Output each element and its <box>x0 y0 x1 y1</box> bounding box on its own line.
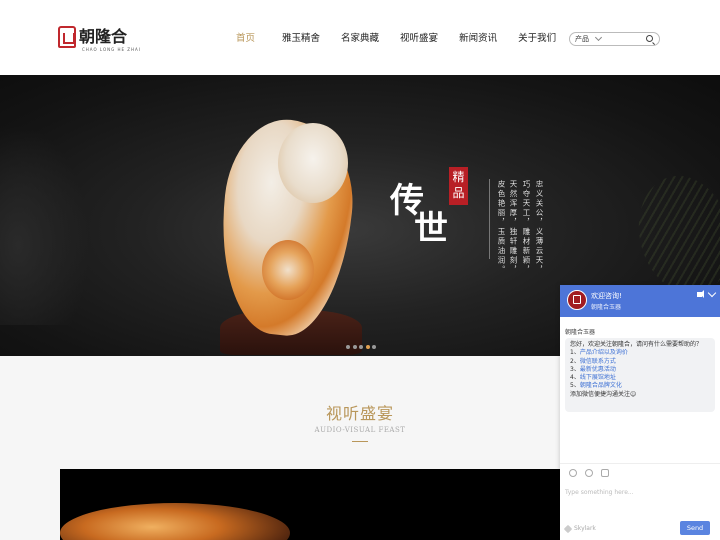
poem-line-1: 忠义关公，义薄云天， <box>535 180 544 275</box>
chat-widget: 欢迎咨询! 朝隆合玉器 朝隆合玉器 您好，欢迎关注朝隆合，请问有什么需要帮助的？… <box>560 285 720 540</box>
option-link[interactable]: 最新优惠活动 <box>580 366 616 373</box>
slide-dot-active[interactable] <box>365 345 370 349</box>
skylark-icon <box>563 524 573 533</box>
leaf-decoration <box>626 165 720 305</box>
option-number: 1、 <box>570 349 580 357</box>
nav-item-jade[interactable]: 雅玉精舍 <box>282 30 320 44</box>
nav-item-about[interactable]: 关于我们 <box>518 30 556 44</box>
send-button[interactable]: Send <box>680 521 710 535</box>
chat-input[interactable]: Type something here... <box>565 489 634 496</box>
option-link[interactable]: 朝隆合品牌文化 <box>580 382 622 389</box>
slide-dot[interactable] <box>352 345 357 349</box>
nav-item-news[interactable]: 新闻资讯 <box>459 30 497 44</box>
option-link[interactable]: 微信联系方式 <box>580 358 616 365</box>
jade-carving-top <box>278 123 348 203</box>
main-nav: 首页 雅玉精舍 名家典藏 视听盛宴 新闻资讯 关于我们 <box>236 30 577 44</box>
search-icon[interactable] <box>646 35 653 42</box>
banner-char-2: 世 <box>414 209 448 249</box>
option-number: 5、 <box>570 382 580 390</box>
divider <box>489 179 490 259</box>
nav-item-home[interactable]: 首页 <box>236 30 255 44</box>
chat-option[interactable]: 2、微信联系方式 <box>570 358 710 366</box>
option-link[interactable]: 产品介绍以及询价 <box>580 349 628 356</box>
powered-by: Skylark <box>563 524 596 533</box>
video-thumbnail <box>60 503 290 540</box>
search-category-label: 产品 <box>575 35 589 43</box>
chat-message: 您好，欢迎关注朝隆合，请问有什么需要帮助的？ 1、产品介绍以及询价 2、微信联系… <box>565 338 715 412</box>
jade-carving-detail <box>262 240 314 300</box>
seal-stamp: 精品 <box>449 167 468 205</box>
nav-item-collection[interactable]: 名家典藏 <box>341 30 379 44</box>
poem-line-4: 皮色艳丽，玉质油润。 <box>497 180 506 275</box>
avatar <box>567 290 587 310</box>
poem-line-3: 天然浑厚，独轩雕刻， <box>509 180 518 275</box>
image-icon[interactable] <box>601 469 609 477</box>
chat-toolbar <box>569 469 617 477</box>
option-number: 3、 <box>570 365 580 373</box>
slide-dot[interactable] <box>359 345 363 349</box>
search-input[interactable] <box>602 34 642 44</box>
chevron-down-icon[interactable] <box>707 288 717 298</box>
slide-dot[interactable] <box>346 345 350 349</box>
chat-option[interactable]: 5、朝隆合品牌文化 <box>570 382 710 390</box>
poem-line-2: 巧夺天工，雕材新颖， <box>522 180 531 275</box>
emoji-icon[interactable] <box>569 469 577 477</box>
section-divider <box>352 441 368 442</box>
video-player[interactable] <box>60 469 560 540</box>
option-link[interactable]: 线下展馆地址 <box>580 374 616 381</box>
chevron-down-icon <box>594 33 603 42</box>
logo[interactable]: 朝隆合 CHAO LONG HE ZHAI <box>58 26 140 52</box>
chat-sender-name: 朝隆合玉器 <box>565 329 596 336</box>
logo-text: 朝隆合 <box>79 27 128 46</box>
site-header: 朝隆合 CHAO LONG HE ZHAI 首页 雅玉精舍 名家典藏 视听盛宴 … <box>0 0 720 75</box>
slide-dot[interactable] <box>372 345 376 349</box>
powered-by-label: Skylark <box>574 525 596 532</box>
search-box: 产品 <box>569 32 660 46</box>
option-number: 4、 <box>570 374 580 382</box>
chat-subtitle: 朝隆合玉器 <box>591 304 622 311</box>
nav-item-video[interactable]: 视听盛宴 <box>400 30 438 44</box>
logo-subtext: CHAO LONG HE ZHAI <box>82 47 141 52</box>
rating-icon[interactable] <box>585 469 593 477</box>
option-number: 2、 <box>570 357 580 365</box>
chat-title: 欢迎咨询! <box>591 292 622 300</box>
slide-indicators <box>346 345 379 349</box>
chat-divider <box>560 463 720 464</box>
chat-header: 欢迎咨询! 朝隆合玉器 <box>560 285 720 317</box>
chat-footer-note: 添加微信便捷沟通关注☺ <box>570 390 637 398</box>
speaker-icon[interactable] <box>697 290 704 298</box>
chat-option[interactable]: 1、产品介绍以及询价 <box>570 349 710 357</box>
search-category-select[interactable]: 产品 <box>575 33 603 44</box>
banner-decoration <box>0 125 90 325</box>
logo-icon <box>58 26 76 48</box>
chat-option[interactable]: 3、最新优惠活动 <box>570 366 710 374</box>
